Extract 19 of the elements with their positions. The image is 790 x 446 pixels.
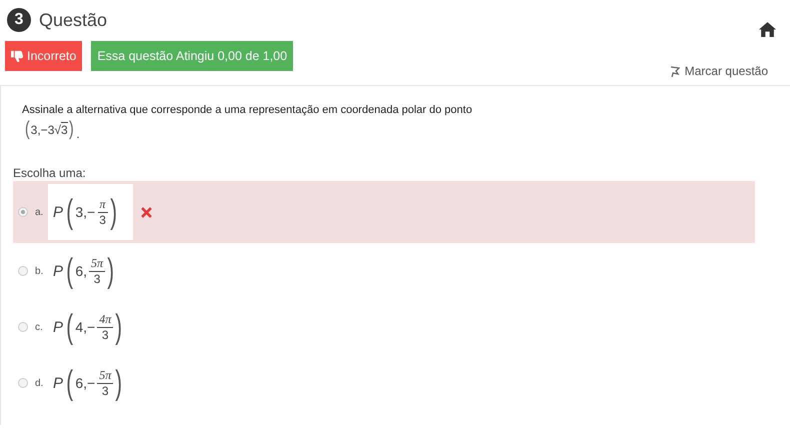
radio-button[interactable] [18,322,28,332]
point-formula: (3,−3√3). [24,118,81,141]
flag-question-link[interactable]: Marcar questão [670,64,768,78]
thumbs-down-icon [11,50,24,62]
choice-prompt: Escolha uma: [13,166,87,180]
radio-button[interactable] [18,207,28,217]
option-letter: b. [35,266,44,276]
radio-button[interactable] [18,378,28,388]
home-icon[interactable] [759,22,776,37]
option-letter: a. [35,206,44,218]
question-number: 3 [7,8,31,32]
question-text: Assinale a alternativa que corresponde a uma representação em coordenada polar do ponto [22,104,474,116]
option-letter: c. [35,322,44,332]
grade-badge: Essa questão Atingiu 0,00 de 1,00 [91,41,294,71]
radio-button[interactable] [18,266,28,276]
question-title: Questão [39,10,108,30]
option-letter: d. [35,378,44,388]
badge-label: Incorreto [27,49,76,63]
flag-icon [670,66,680,76]
